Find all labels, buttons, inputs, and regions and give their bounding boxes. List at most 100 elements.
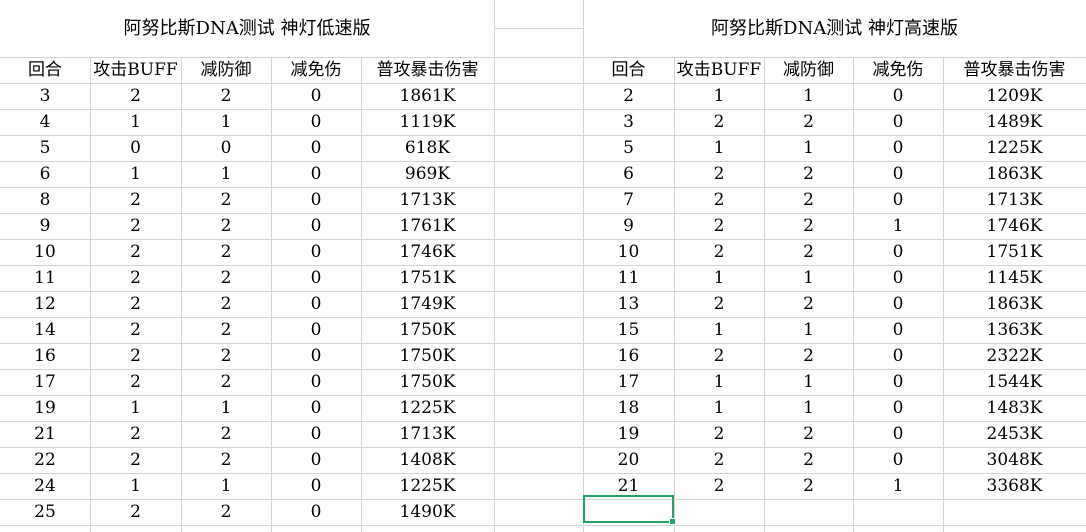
table-cell[interactable]: 2 <box>764 162 853 187</box>
table-cell[interactable]: 1209K <box>943 84 1086 109</box>
table-cell[interactable]: 1 <box>674 318 764 343</box>
table-cell[interactable]: 2 <box>764 292 853 317</box>
table-cell[interactable]: 0 <box>271 292 361 317</box>
table-cell[interactable]: 1225K <box>943 136 1086 161</box>
table-cell[interactable]: 1490K <box>361 500 494 525</box>
table-cell[interactable]: 0 <box>271 474 361 499</box>
table-cell[interactable]: 2 <box>674 240 764 265</box>
table-cell[interactable]: 5 <box>583 136 674 161</box>
table-cell[interactable]: 0 <box>853 292 943 317</box>
table-cell[interactable]: 2322K <box>943 344 1086 369</box>
table-cell[interactable]: 2 <box>90 370 181 395</box>
table-cell[interactable]: 0 <box>853 162 943 187</box>
table-cell[interactable]: 2 <box>90 266 181 291</box>
table-cell[interactable]: 2 <box>764 448 853 473</box>
table-cell[interactable]: 0 <box>271 162 361 187</box>
table-cell[interactable]: 0 <box>271 240 361 265</box>
table-cell[interactable]: 0 <box>853 188 943 213</box>
table-cell[interactable]: 1 <box>674 84 764 109</box>
table-cell[interactable]: 24 <box>0 474 90 499</box>
table-cell[interactable]: 2 <box>674 344 764 369</box>
table-cell[interactable]: 1713K <box>361 422 494 447</box>
table-cell[interactable]: 1 <box>764 84 853 109</box>
table-cell[interactable]: 25 <box>0 500 90 525</box>
table-cell[interactable]: 0 <box>271 370 361 395</box>
table-cell[interactable]: 2 <box>181 344 271 369</box>
table-cell[interactable]: 1 <box>90 396 181 421</box>
table-cell[interactable]: 0 <box>271 266 361 291</box>
table-cell[interactable]: 2453K <box>943 422 1086 447</box>
table-cell[interactable]: 1746K <box>943 214 1086 239</box>
table-cell[interactable]: 12 <box>0 292 90 317</box>
table-cell[interactable]: 13 <box>583 292 674 317</box>
table-cell[interactable]: 1713K <box>361 188 494 213</box>
table-cell[interactable]: 2 <box>90 422 181 447</box>
table-cell[interactable]: 18 <box>583 396 674 421</box>
table-cell[interactable]: 1544K <box>943 370 1086 395</box>
table-cell[interactable]: 2 <box>583 84 674 109</box>
table-cell[interactable]: 10 <box>583 240 674 265</box>
table-cell[interactable]: 3 <box>0 84 90 109</box>
table-cell[interactable]: 2 <box>764 240 853 265</box>
table-cell[interactable]: 0 <box>271 214 361 239</box>
table-cell[interactable]: 2 <box>181 188 271 213</box>
table-cell[interactable]: 1750K <box>361 318 494 343</box>
table-cell[interactable]: 9 <box>0 214 90 239</box>
table-cell[interactable]: 11 <box>0 266 90 291</box>
table-cell[interactable]: 0 <box>853 110 943 135</box>
table-cell[interactable]: 1751K <box>943 240 1086 265</box>
table-cell[interactable]: 0 <box>271 136 361 161</box>
table-cell[interactable]: 969K <box>361 162 494 187</box>
table-cell[interactable]: 7 <box>583 188 674 213</box>
table-cell[interactable]: 20 <box>583 448 674 473</box>
table-cell[interactable]: 1 <box>181 162 271 187</box>
table-cell[interactable]: 1 <box>674 266 764 291</box>
table-cell[interactable]: 1 <box>674 396 764 421</box>
table-cell[interactable]: 0 <box>90 136 181 161</box>
table-cell[interactable]: 3 <box>583 110 674 135</box>
table-cell[interactable]: 2 <box>90 500 181 525</box>
table-cell[interactable]: 2 <box>674 292 764 317</box>
table-cell[interactable]: 21 <box>0 422 90 447</box>
table-cell[interactable]: 19 <box>0 396 90 421</box>
table-cell[interactable]: 2 <box>181 240 271 265</box>
table-cell[interactable]: 1 <box>90 474 181 499</box>
table-cell[interactable]: 2 <box>90 84 181 109</box>
table-cell[interactable]: 1 <box>764 370 853 395</box>
table-cell[interactable]: 2 <box>764 422 853 447</box>
table-cell[interactable]: 4 <box>0 110 90 135</box>
table-cell[interactable]: 1225K <box>361 396 494 421</box>
table-cell[interactable]: 1 <box>853 214 943 239</box>
column-header[interactable]: 减免伤 <box>853 58 943 83</box>
table-cell[interactable]: 0 <box>271 110 361 135</box>
table-cell[interactable]: 2 <box>764 214 853 239</box>
left-table-title[interactable]: 阿努比斯DNA测试 神灯低速版 <box>0 0 494 57</box>
table-cell[interactable]: 1 <box>674 136 764 161</box>
table-cell[interactable]: 1 <box>674 370 764 395</box>
table-cell[interactable]: 0 <box>853 396 943 421</box>
table-cell[interactable]: 2 <box>90 344 181 369</box>
column-header[interactable]: 减防御 <box>181 58 271 83</box>
table-cell[interactable]: 0 <box>853 240 943 265</box>
table-cell[interactable]: 1225K <box>361 474 494 499</box>
active-cell-selection[interactable] <box>583 495 676 525</box>
table-cell[interactable]: 2 <box>764 110 853 135</box>
table-cell[interactable]: 2 <box>181 500 271 525</box>
table-cell[interactable]: 17 <box>583 370 674 395</box>
table-cell[interactable]: 2 <box>181 266 271 291</box>
table-cell[interactable]: 2 <box>90 292 181 317</box>
table-cell[interactable]: 0 <box>853 266 943 291</box>
table-cell[interactable]: 1 <box>764 136 853 161</box>
table-cell[interactable]: 0 <box>853 136 943 161</box>
column-header[interactable]: 回合 <box>0 58 90 83</box>
table-cell[interactable]: 1 <box>764 266 853 291</box>
table-cell[interactable]: 1861K <box>361 84 494 109</box>
table-cell[interactable]: 1145K <box>943 266 1086 291</box>
table-cell[interactable]: 2 <box>674 214 764 239</box>
table-cell[interactable]: 1 <box>181 110 271 135</box>
table-cell[interactable]: 2 <box>90 214 181 239</box>
table-cell[interactable]: 2 <box>674 474 764 499</box>
table-cell[interactable]: 1713K <box>943 188 1086 213</box>
table-cell[interactable]: 618K <box>361 136 494 161</box>
table-cell[interactable]: 10 <box>0 240 90 265</box>
